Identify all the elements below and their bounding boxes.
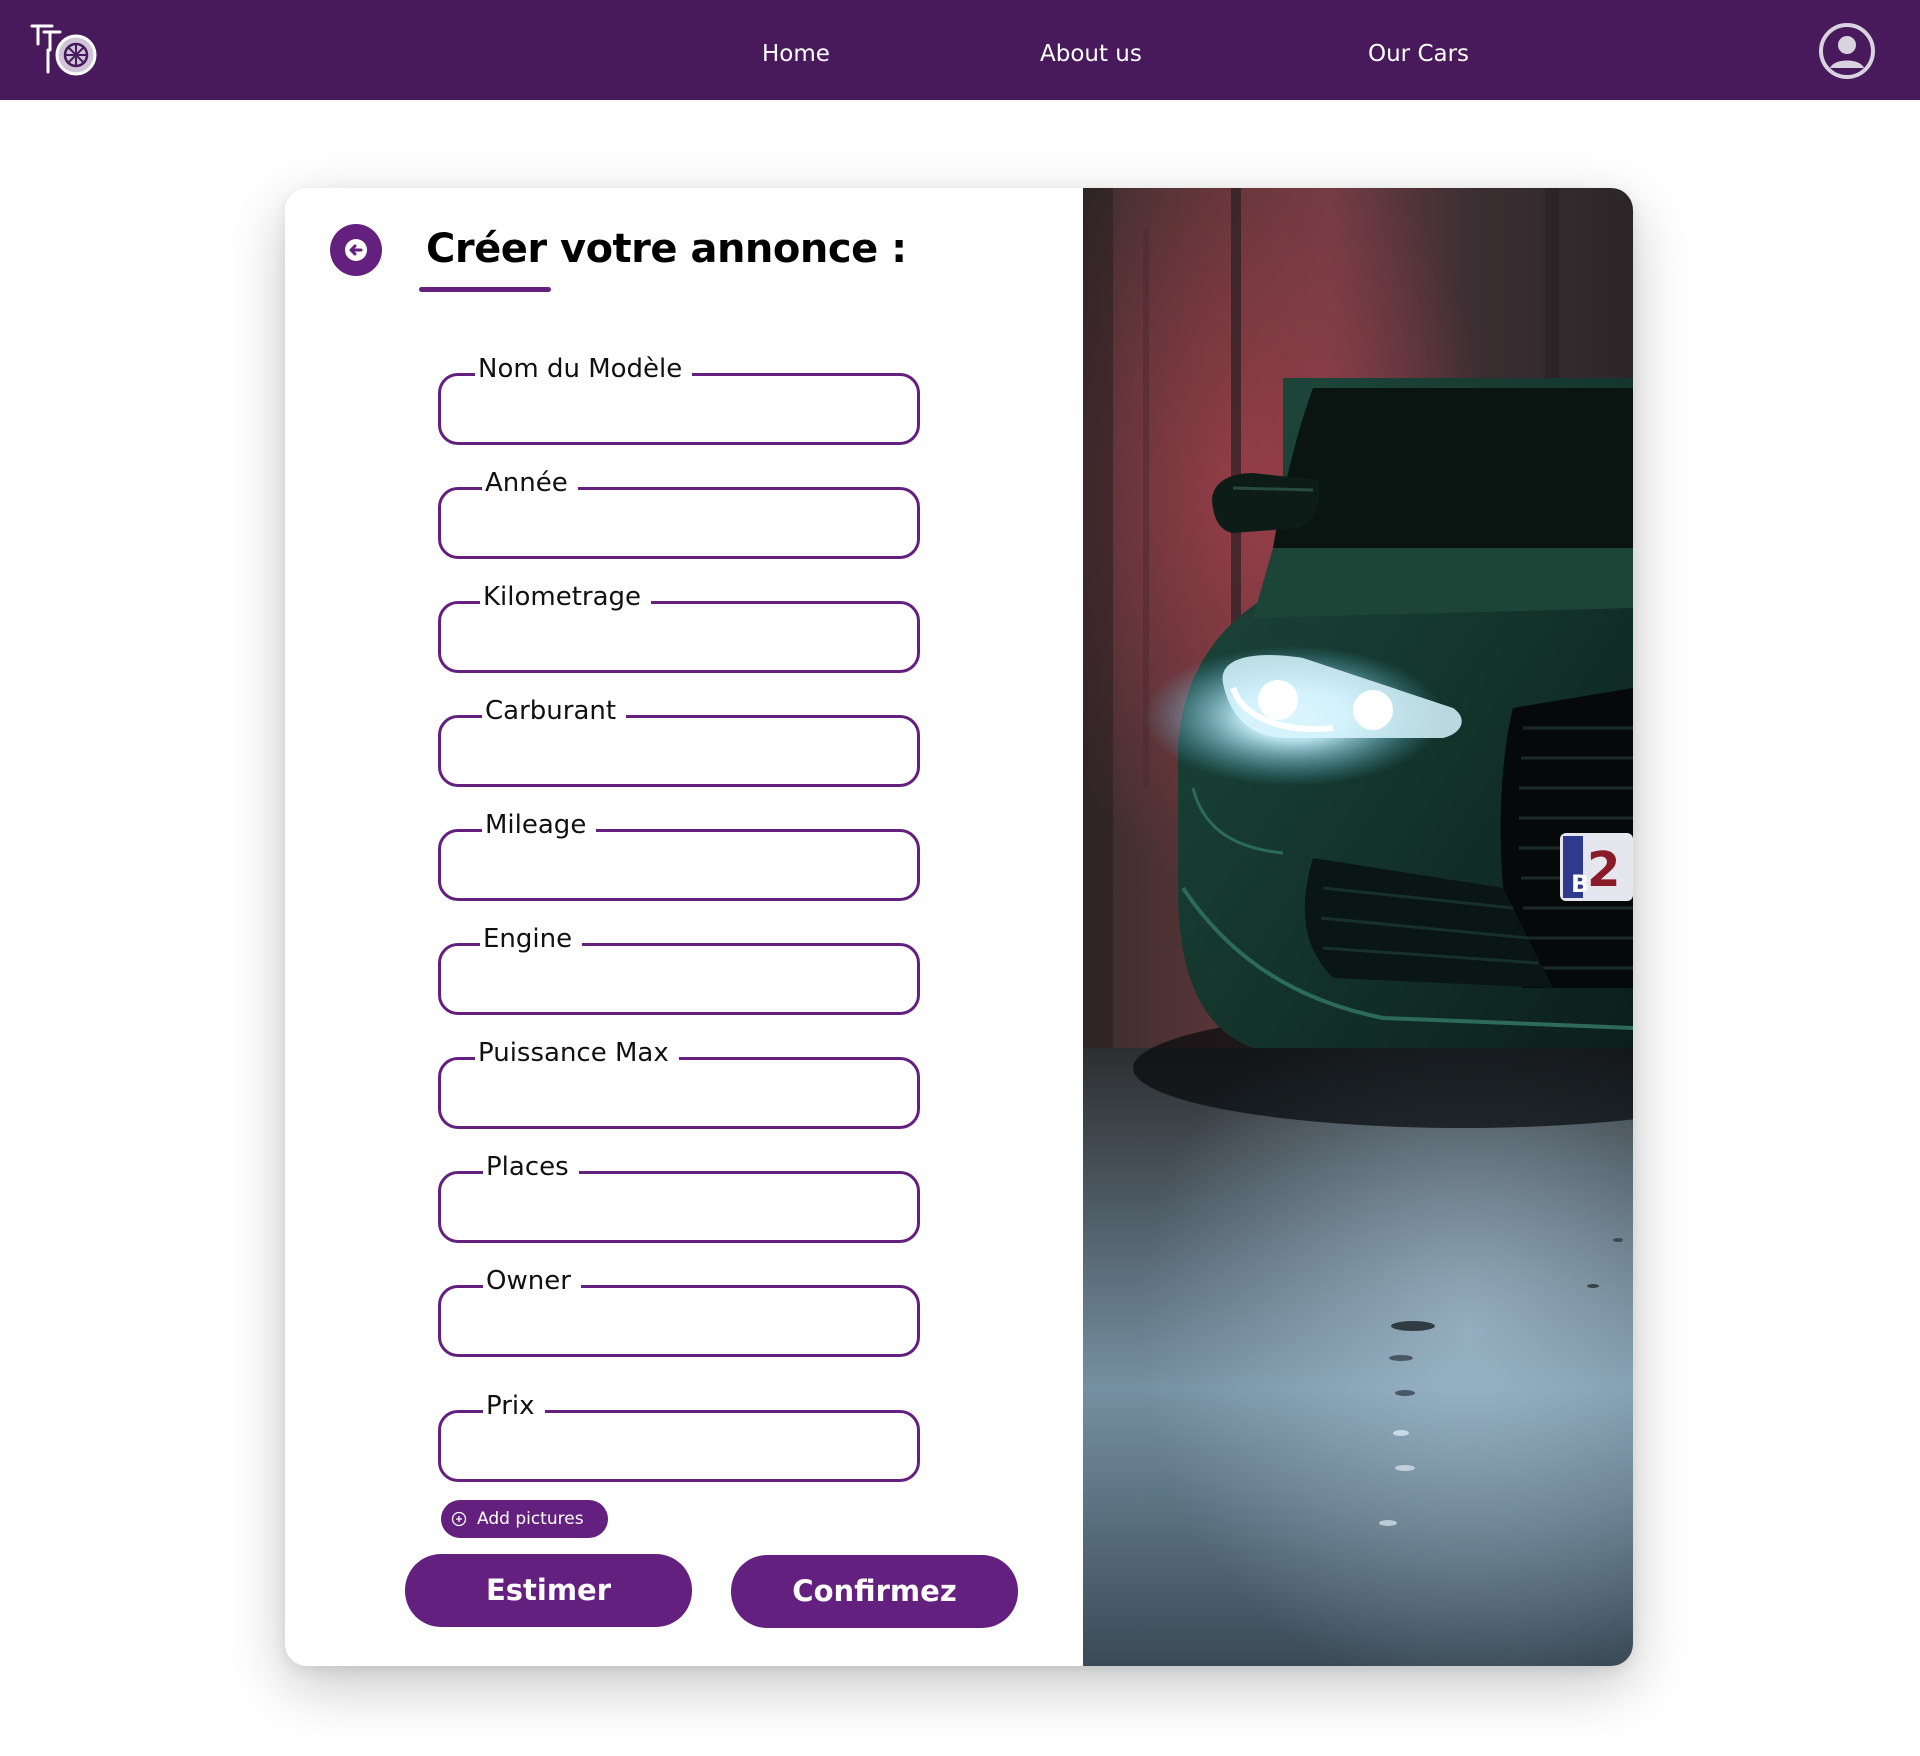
estimer-button[interactable]: Estimer: [405, 1554, 692, 1627]
field-engine: Engine: [438, 919, 920, 1015]
add-pictures-label: Add pictures: [477, 1509, 584, 1529]
nav-link-our-cars[interactable]: Our Cars: [1368, 37, 1469, 71]
field-label: Puissance Max: [475, 1033, 679, 1073]
back-button[interactable]: [330, 224, 382, 276]
field-carburant: Carburant: [438, 691, 920, 787]
field-annee: Année: [438, 463, 920, 559]
field-puissance-max: Puissance Max: [438, 1033, 920, 1129]
top-navbar: Home About us Our Cars: [0, 0, 1920, 100]
add-pictures-button[interactable]: Add pictures: [441, 1500, 608, 1538]
field-label: Kilometrage: [480, 577, 652, 617]
field-label: Places: [483, 1147, 579, 1187]
arrow-left-icon: [345, 239, 367, 261]
field-places: Places: [438, 1147, 920, 1243]
user-circle-icon[interactable]: [1818, 22, 1876, 80]
title-underline: [419, 287, 551, 292]
field-owner: Owner: [438, 1261, 920, 1357]
plate-number: 2: [1587, 842, 1620, 898]
field-label: Engine: [480, 919, 583, 959]
field-nom-du-modele: Nom du Modèle: [438, 349, 920, 445]
field-label: Owner: [483, 1261, 581, 1301]
field-label: Année: [482, 463, 578, 503]
page-title: Créer votre annonce :: [426, 226, 907, 272]
nav-link-home[interactable]: Home: [762, 37, 830, 71]
confirmez-button[interactable]: Confirmez: [731, 1555, 1018, 1628]
field-label: Mileage: [482, 805, 597, 845]
car-photo: B 2: [1083, 188, 1633, 1666]
wheel-logo-icon[interactable]: [30, 24, 100, 78]
field-label: Carburant: [482, 691, 627, 731]
create-listing-card: Créer votre annonce : Nom du Modèle Anné…: [285, 188, 1633, 1666]
plus-circle-icon: [451, 1511, 467, 1527]
field-label: Nom du Modèle: [475, 349, 693, 389]
field-prix: Prix: [438, 1386, 920, 1482]
field-mileage: Mileage: [438, 805, 920, 901]
field-label: Prix: [483, 1386, 545, 1426]
nav-link-about-us[interactable]: About us: [1040, 37, 1142, 71]
field-kilometrage: Kilometrage: [438, 577, 920, 673]
